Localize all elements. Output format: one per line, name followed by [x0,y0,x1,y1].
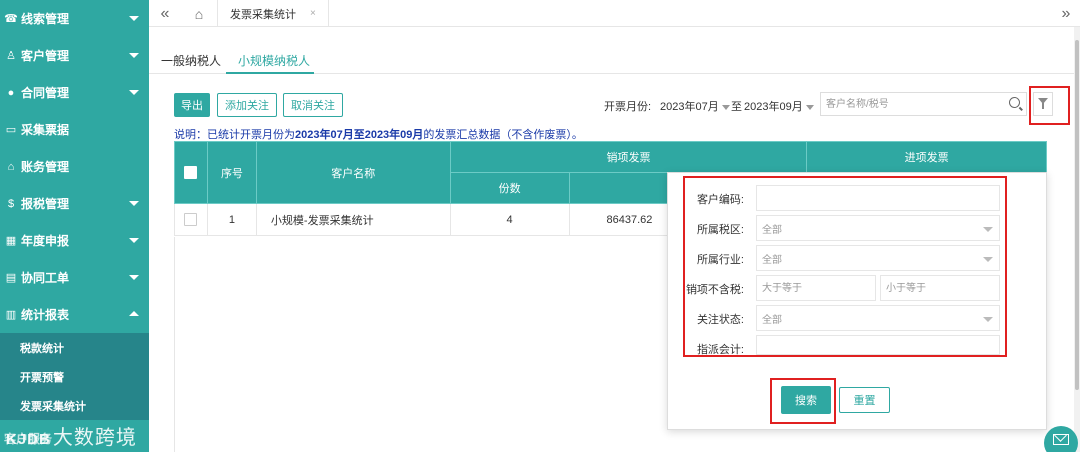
tax-icon: $ [7,197,15,210]
row-customer[interactable]: 小规模-发票采集统计 [255,203,451,236]
month-filter-label: 开票月份: [604,101,652,113]
sidebar: ☎ 线索管理 ♙ 客户管理 ● 合同管理 ▭ 采集票据 ⌂ 账务管理 $ 报税管… [0,0,149,452]
export-button[interactable]: 导出 [174,93,210,117]
submenu-item-tax-stats[interactable]: 税款统计 [0,333,149,362]
search-icon[interactable] [1009,97,1020,108]
collapse-sidebar-icon[interactable]: « [151,0,179,27]
chart-icon: ▥ [5,309,17,321]
tab-general-taxpayer[interactable]: 一般纳税人 [161,52,221,69]
workorder-icon: ▤ [5,272,17,284]
stats-note: 说明：已统计开票月份为2023年07月至2023年09月的发票汇总数据（不含作废… [174,126,583,142]
sidebar-item-contracts[interactable]: ● 合同管理 [0,74,149,111]
filter-highlight-frame [1029,86,1070,125]
watermark-text: 大数跨境 [52,427,137,449]
home-icon[interactable]: ⌂ [185,0,213,27]
search-button-highlight [770,378,836,424]
sidebar-item-tax[interactable]: $ 报税管理 [0,185,149,222]
close-icon[interactable]: × [310,8,316,19]
customer-search [820,92,1027,116]
row-count: 4 [449,203,570,236]
taxpayer-tabs: 一般纳税人 小规模纳税人 [149,46,1075,74]
user-icon: ♙ [6,50,16,62]
header-customer[interactable]: 客户名称 [255,141,451,204]
search-input[interactable] [821,93,1001,115]
select-all-checkbox[interactable] [184,166,198,179]
row-checkbox[interactable] [184,213,198,226]
add-follow-button[interactable]: 添加关注 [217,93,277,117]
select-all-cell [174,141,208,204]
sidebar-item-customers[interactable]: ♙ 客户管理 [0,37,149,74]
app-root: ☎ 线索管理 ♙ 客户管理 ● 合同管理 ▭ 采集票据 ⌂ 账务管理 $ 报税管… [0,0,1080,452]
header-sales-count[interactable]: 份数 [449,172,570,204]
chevron-down-icon [721,104,730,110]
filter-fields-highlight [683,176,1007,357]
chevron-down-icon [805,104,814,110]
chevron-down-icon [129,238,139,243]
header-index: 序号 [206,141,257,204]
watermark: KJDB 大数跨境 [6,421,137,450]
chevron-up-icon [129,311,139,316]
note-range: 2023年07月至2023年09月 [295,129,424,141]
header-sales: 销项发票 [449,141,808,173]
line-icon: ☎ [4,13,18,25]
sidebar-item-workorder[interactable]: ▤ 协同工单 [0,259,149,296]
scrollbar-thumb[interactable] [1075,40,1079,390]
chevron-down-icon [129,53,139,58]
chevron-down-icon [129,90,139,95]
month-to-value: 2023年09月 [744,101,803,113]
watermark-logo: KJDB [6,431,51,448]
table-border [174,237,175,452]
active-tab-indicator [226,72,314,74]
sidebar-item-reports[interactable]: ▥ 统计报表 [0,296,149,333]
tab-invoice-collection[interactable]: 发票采集统计 × [217,0,329,27]
reset-button[interactable]: 重置 [839,387,890,413]
month-to-select[interactable]: 2023年09月 [744,98,814,114]
ledger-icon: ⌂ [7,160,15,173]
submenu-item-invoice-collection[interactable]: 发票采集统计 [0,391,149,420]
calendar-icon: ▦ [5,235,17,247]
chevron-down-icon [129,16,139,21]
sidebar-item-leads[interactable]: ☎ 线索管理 [0,0,149,37]
sidebar-item-accounting[interactable]: ⌂ 账务管理 [0,148,149,185]
tab-bar: « ⌂ 发票采集统计 × » [149,0,1080,27]
month-from-select[interactable]: 2023年07月 [660,98,730,114]
cancel-follow-button[interactable]: 取消关注 [283,93,343,117]
note-suffix: 的发票汇总数据（不含作废票）。 [423,129,583,141]
ticket-icon: ▭ [5,124,17,136]
sidebar-item-tickets[interactable]: ▭ 采集票据 [0,111,149,148]
contract-icon: ● [7,86,15,99]
row-index: 1 [206,203,257,236]
note-prefix: 说明：已统计开票月份为 [174,129,295,141]
more-tabs-icon[interactable]: » [1052,0,1080,27]
month-from-value: 2023年07月 [660,101,719,113]
chevron-down-icon [129,275,139,280]
tab-small-taxpayer[interactable]: 小规模纳税人 [238,52,310,69]
reports-submenu: 税款统计 开票预警 发票采集统计 [0,333,149,420]
row-select-cell [174,203,208,236]
sidebar-item-annual[interactable]: ▦ 年度申报 [0,222,149,259]
header-input: 进项发票 [806,141,1047,173]
mail-icon [1053,434,1069,445]
chevron-down-icon [129,201,139,206]
range-separator: 至 [731,101,742,113]
tab-label: 发票采集统计 [230,8,296,21]
submenu-item-invoice-warning[interactable]: 开票预警 [0,362,149,391]
